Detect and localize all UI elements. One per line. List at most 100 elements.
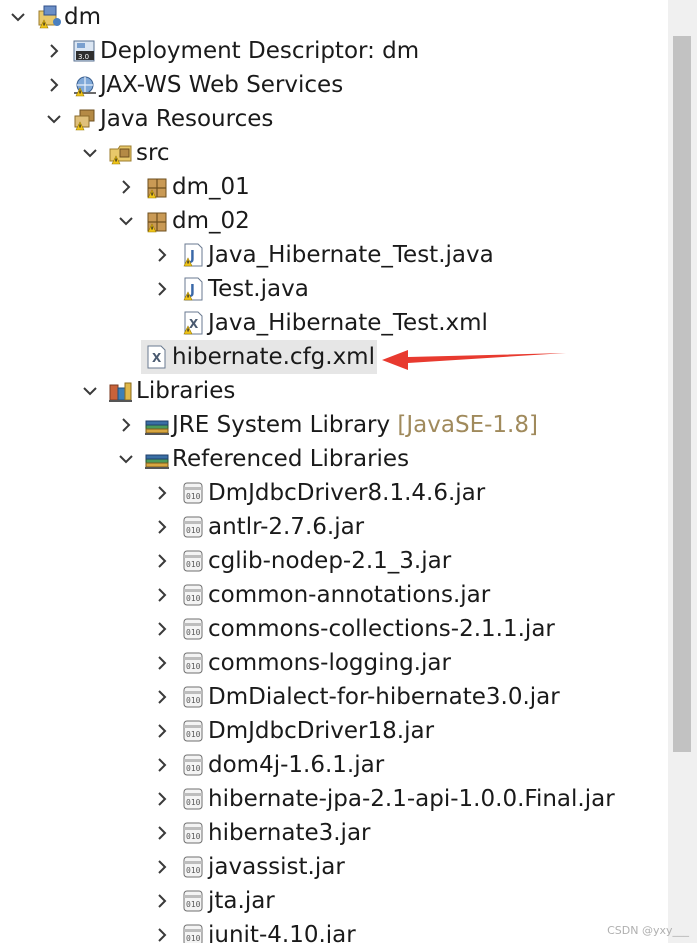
svg-text:010: 010 — [186, 662, 201, 671]
chevron-right-icon[interactable] — [154, 646, 174, 680]
svg-text:010: 010 — [186, 832, 201, 841]
tree-item[interactable]: J Test.java — [0, 272, 668, 306]
tree-item[interactable]: 010 antlr-2.7.6.jar — [0, 510, 668, 544]
jar-icon: 010 — [180, 889, 206, 913]
chevron-right-icon[interactable] — [118, 170, 138, 204]
tree-item[interactable]: 010 DmJdbcDriver8.1.4.6.jar — [0, 476, 668, 510]
tree-item[interactable]: 010 common-annotations.jar — [0, 578, 668, 612]
chevron-right-icon[interactable] — [154, 680, 174, 714]
tree-item[interactable]: dm_02 — [0, 204, 668, 238]
tree-item[interactable]: 010 commons-logging.jar — [0, 646, 668, 680]
tree-item-label: javassist.jar — [208, 854, 345, 880]
arrow-shape — [382, 350, 566, 370]
chevron-right-icon[interactable] — [154, 850, 174, 884]
tree-item[interactable]: 010 cglib-nodep-2.1_3.jar — [0, 544, 668, 578]
jar-icon: 010 — [180, 515, 206, 539]
tree-item-label: dom4j-1.6.1.jar — [208, 752, 385, 778]
chevron-right-icon[interactable] — [154, 476, 174, 510]
tree-item[interactable]: dm_01 — [0, 170, 668, 204]
jar-icon: 010 — [180, 855, 206, 879]
tree-item-label: junit-4.10.jar — [208, 922, 356, 943]
tree-item-label: Referenced Libraries — [172, 446, 410, 472]
java-file-warning-icon: J — [180, 277, 206, 301]
chevron-right-icon[interactable] — [154, 612, 174, 646]
svg-text:010: 010 — [186, 492, 201, 501]
java-file-warning-icon: J — [180, 243, 206, 267]
chevron-right-icon[interactable] — [154, 884, 174, 918]
tree-item[interactable]: 010 commons-collections-2.1.1.jar — [0, 612, 668, 646]
jar-icon: 010 — [180, 821, 206, 845]
chevron-right-icon[interactable] — [154, 510, 174, 544]
library-icon — [144, 447, 170, 471]
tree-item-label: commons-collections-2.1.1.jar — [208, 616, 555, 642]
svg-text:3.0: 3.0 — [78, 53, 89, 61]
tree-item-label: cglib-nodep-2.1_3.jar — [208, 548, 452, 574]
tree-item[interactable]: 010 javassist.jar — [0, 850, 668, 884]
xml-file-icon: X — [144, 345, 170, 369]
tree-item[interactable]: JAX-WS Web Services — [0, 68, 668, 102]
tree-item-label: hibernate-jpa-2.1-api-1.0.0.Final.jar — [208, 786, 615, 812]
jar-icon: 010 — [180, 651, 206, 675]
jar-icon: 010 — [180, 549, 206, 573]
tree-item[interactable]: Referenced Libraries — [0, 442, 668, 476]
chevron-right-icon[interactable] — [46, 68, 66, 102]
xml-file-warning-icon: X — [180, 311, 206, 335]
tree-item[interactable]: Java Resources — [0, 102, 668, 136]
svg-text:010: 010 — [186, 696, 201, 705]
chevron-down-icon[interactable] — [118, 442, 138, 476]
chevron-right-icon[interactable] — [154, 918, 174, 943]
jar-icon: 010 — [180, 753, 206, 777]
tree-item-label: Deployment Descriptor: dm — [100, 38, 420, 64]
tree-item[interactable]: X Java_Hibernate_Test.xml — [0, 306, 668, 340]
tree-item-label: Java Resources — [100, 106, 274, 132]
chevron-down-icon[interactable] — [10, 0, 30, 34]
chevron-down-icon[interactable] — [82, 136, 102, 170]
tree-item[interactable]: 3.0 Deployment Descriptor: dm — [0, 34, 668, 68]
tree-item[interactable]: src — [0, 136, 668, 170]
chevron-right-icon[interactable] — [154, 578, 174, 612]
tree-item-decoration: [JavaSE-1.8] — [390, 412, 538, 438]
java-resources-icon — [72, 107, 98, 131]
jar-icon: 010 — [180, 685, 206, 709]
tree-item-label: src — [136, 140, 170, 166]
chevron-right-icon[interactable] — [46, 34, 66, 68]
chevron-right-icon[interactable] — [154, 544, 174, 578]
tree-item-label: hibernate.cfg.xml — [172, 344, 375, 370]
tree-item[interactable]: 010 DmJdbcDriver18.jar — [0, 714, 668, 748]
tree-item-label: Libraries — [136, 378, 236, 404]
tree-item-label: common-annotations.jar — [208, 582, 491, 608]
chevron-down-icon[interactable] — [118, 204, 138, 238]
vertical-scrollbar-thumb[interactable] — [673, 36, 691, 752]
tree-item[interactable]: J Java_Hibernate_Test.java — [0, 238, 668, 272]
svg-text:X: X — [152, 351, 162, 365]
tree-item-label: DmJdbcDriver8.1.4.6.jar — [208, 480, 486, 506]
chevron-right-icon[interactable] — [154, 714, 174, 748]
tree-item-label: hibernate3.jar — [208, 820, 371, 846]
tree-item-label: Test.java — [208, 276, 309, 302]
chevron-right-icon[interactable] — [154, 782, 174, 816]
svg-text:010: 010 — [186, 526, 201, 535]
chevron-right-icon[interactable] — [118, 408, 138, 442]
jar-icon: 010 — [180, 787, 206, 811]
chevron-right-icon[interactable] — [154, 238, 174, 272]
tree-item[interactable]: 010 junit-4.10.jar — [0, 918, 668, 943]
tree-item[interactable]: 010 jta.jar — [0, 884, 668, 918]
source-folder-icon — [108, 141, 134, 165]
tree-item[interactable]: 010 hibernate-jpa-2.1-api-1.0.0.Final.jar — [0, 782, 668, 816]
chevron-down-icon[interactable] — [82, 374, 102, 408]
chevron-right-icon[interactable] — [154, 272, 174, 306]
tree-item[interactable]: 010 DmDialect-for-hibernate3.0.jar — [0, 680, 668, 714]
package-icon — [144, 175, 170, 199]
jar-icon: 010 — [180, 617, 206, 641]
tree-item[interactable]: 010 hibernate3.jar — [0, 816, 668, 850]
tree-item[interactable]: JRE System Library [JavaSE-1.8] — [0, 408, 668, 442]
chevron-right-icon[interactable] — [154, 748, 174, 782]
chevron-right-icon[interactable] — [154, 816, 174, 850]
tree-item-label: Java_Hibernate_Test.xml — [208, 310, 488, 336]
watermark: CSDN @yxy___ — [607, 924, 689, 937]
tree-item[interactable]: dm — [0, 0, 668, 34]
chevron-down-icon[interactable] — [46, 102, 66, 136]
tree-item[interactable]: 010 dom4j-1.6.1.jar — [0, 748, 668, 782]
web-services-icon — [72, 73, 98, 97]
svg-text:010: 010 — [186, 866, 201, 875]
